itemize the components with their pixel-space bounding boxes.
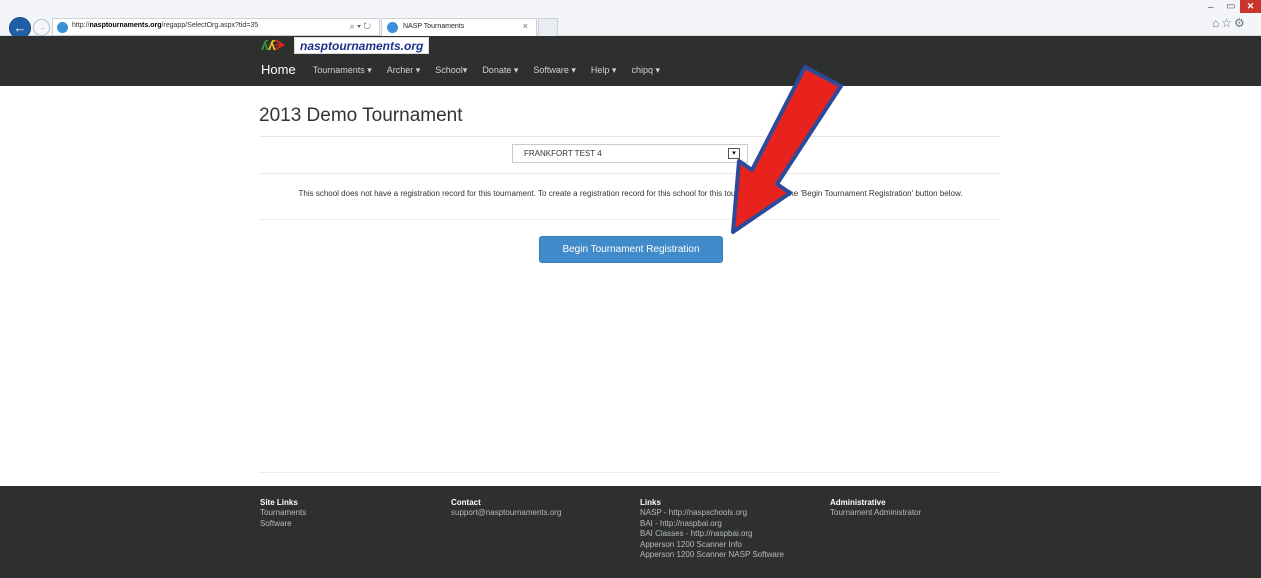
begin-registration-button[interactable]: Begin Tournament Registration bbox=[539, 236, 723, 263]
footer-administrative: Administrative Tournament Administrator bbox=[830, 498, 921, 519]
footer-site-links: Site Links Tournaments Software bbox=[260, 498, 306, 529]
nav-tournaments[interactable]: Tournaments ▾ bbox=[313, 64, 372, 76]
site-navbar bbox=[0, 36, 1261, 86]
divider bbox=[259, 219, 1000, 220]
nav-software[interactable]: Software ▾ bbox=[533, 64, 576, 76]
footer-support-email[interactable]: support@nasptournaments.org bbox=[451, 508, 561, 519]
url-domain: nasptournaments.org bbox=[89, 22, 162, 29]
footer-heading: Links bbox=[640, 498, 661, 507]
url-prefix: http:// bbox=[72, 22, 90, 29]
url-text[interactable]: http://nasptournaments.org/regapp/Select… bbox=[72, 22, 258, 29]
registration-message: This school does not have a registration… bbox=[298, 189, 963, 198]
main-nav: Home Tournaments ▾ Archer ▾ School▾ Dona… bbox=[261, 63, 675, 76]
nav-archer[interactable]: Archer ▾ bbox=[387, 64, 421, 76]
close-window-icon[interactable]: ✕ bbox=[1240, 0, 1261, 13]
ie-tab-icon bbox=[387, 22, 398, 33]
footer-heading: Contact bbox=[451, 498, 481, 507]
nav-donate[interactable]: Donate ▾ bbox=[482, 64, 518, 76]
tab-title: NASP Tournaments bbox=[403, 23, 465, 30]
url-path: /regapp/SelectOrg.aspx?tid=35 bbox=[161, 22, 259, 29]
divider bbox=[259, 472, 1000, 473]
forward-button[interactable]: → bbox=[33, 19, 50, 36]
screen: ← → http://nasptournaments.org/regapp/Se… bbox=[0, 0, 1261, 578]
tab-nasp-tournaments[interactable]: NASP Tournaments × bbox=[381, 18, 537, 36]
footer-link-nasp[interactable]: NASP - http://naspschools.org bbox=[640, 508, 784, 519]
school-select[interactable]: FRANKFORT TEST 4 ▾ bbox=[512, 144, 748, 163]
browser-chrome: ← → http://nasptournaments.org/regapp/Se… bbox=[0, 0, 1261, 39]
footer-link-tournament-admin[interactable]: Tournament Administrator bbox=[830, 508, 921, 519]
search-refresh-icon[interactable]: ⌕ ▾ ↻ bbox=[350, 21, 371, 32]
nav-help[interactable]: Help ▾ bbox=[591, 64, 617, 76]
close-tab-icon[interactable]: × bbox=[523, 21, 528, 31]
new-tab-button[interactable] bbox=[538, 18, 558, 36]
school-select-value: FRANKFORT TEST 4 bbox=[524, 149, 602, 158]
footer-link-bai-classes[interactable]: BAI Classes - http://naspbai.org bbox=[640, 529, 784, 540]
footer-heading: Administrative bbox=[830, 498, 886, 507]
footer-heading: Site Links bbox=[260, 498, 298, 507]
site-footer bbox=[0, 486, 1261, 578]
ie-page-icon bbox=[57, 22, 68, 33]
footer-link-scanner-software[interactable]: Apperson 1200 Scanner NASP Software bbox=[640, 550, 784, 561]
site-logo[interactable]: ʎ ʎ ᗒ nasptournaments.org bbox=[261, 36, 430, 54]
footer-link-bai[interactable]: BAI - http://naspbai.org bbox=[640, 519, 784, 530]
footer-contact: Contact support@nasptournaments.org bbox=[451, 498, 561, 519]
footer-link-software[interactable]: Software bbox=[260, 519, 306, 530]
chevron-down-icon[interactable]: ▾ bbox=[728, 148, 740, 159]
archer-logo-icon: ʎ ʎ ᗒ bbox=[261, 37, 286, 53]
address-bar[interactable]: http://nasptournaments.org/regapp/Select… bbox=[52, 18, 380, 36]
nav-home[interactable]: Home bbox=[261, 63, 296, 76]
nav-user-chipq[interactable]: chipq ▾ bbox=[631, 64, 660, 76]
nav-school[interactable]: School▾ bbox=[435, 64, 467, 76]
logo-text: nasptournaments.org bbox=[294, 36, 430, 54]
arrow-shape bbox=[731, 65, 843, 234]
minimize-icon[interactable]: – bbox=[1208, 2, 1214, 13]
divider bbox=[259, 173, 1000, 174]
divider bbox=[259, 136, 1000, 137]
home-favorites-tools-icon[interactable]: ⌂☆⚙ bbox=[1212, 16, 1247, 30]
footer-link-tournaments[interactable]: Tournaments bbox=[260, 508, 306, 519]
page-title: 2013 Demo Tournament bbox=[259, 105, 463, 126]
restore-icon[interactable]: ▭ bbox=[1226, 1, 1235, 12]
footer-link-scanner-info[interactable]: Apperson 1200 Scanner Info bbox=[640, 540, 784, 551]
footer-links: Links NASP - http://naspschools.org BAI … bbox=[640, 498, 784, 561]
